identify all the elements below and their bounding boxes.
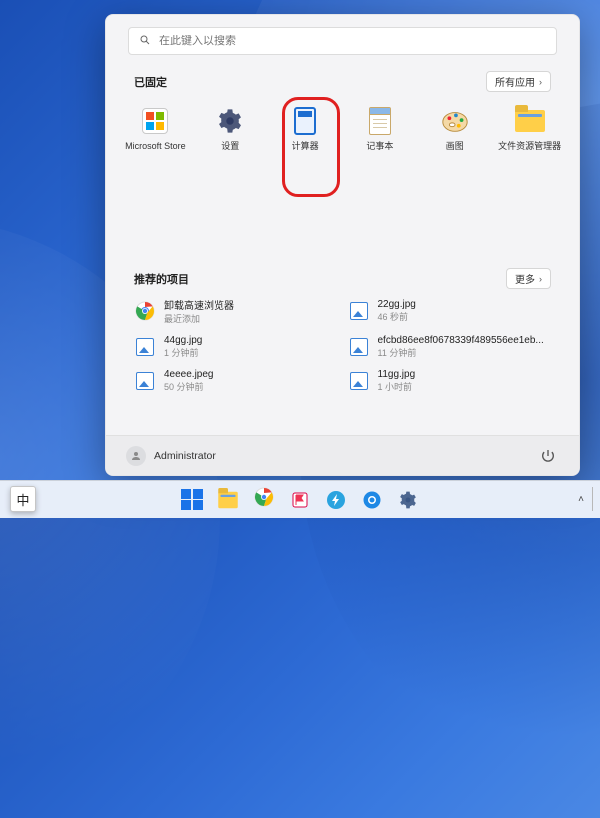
taskbar-chrome[interactable] xyxy=(251,487,277,513)
taskbar-file-explorer[interactable] xyxy=(215,487,241,513)
windows-logo-icon xyxy=(181,489,203,511)
pinned-app-label: 记事本 xyxy=(366,142,393,152)
taskbar-app-3[interactable] xyxy=(359,487,385,513)
chevron-right-icon: › xyxy=(539,274,542,284)
tray-overflow-button[interactable]: ˄ xyxy=(574,490,588,509)
taskbar-app-1[interactable] xyxy=(287,487,313,513)
taskbar-app-2[interactable] xyxy=(323,487,349,513)
taskbar: ˄ xyxy=(0,480,600,518)
browser-icon xyxy=(134,300,156,322)
flag-icon xyxy=(290,490,310,510)
recommended-item-title: 卸载高速浏览器 xyxy=(164,297,234,312)
avatar-icon xyxy=(126,446,146,466)
start-button[interactable] xyxy=(179,487,205,513)
all-apps-label: 所有应用 xyxy=(495,74,535,89)
system-tray: ˄ xyxy=(572,480,598,518)
recommended-item[interactable]: 4eeee.jpeg50 分钟前 xyxy=(134,367,338,395)
pinned-app-paint[interactable]: 画图 xyxy=(417,102,492,174)
recommended-item[interactable]: efcbd86ee8f0678339f489556ee1eb...11 分钟前 xyxy=(348,333,552,361)
chevron-right-icon: › xyxy=(539,77,542,87)
start-menu: 已固定 所有应用 › Microsoft Store 设置 计算器 记事本 xyxy=(105,14,580,476)
more-button[interactable]: 更多 › xyxy=(506,268,551,289)
notepad-icon xyxy=(365,106,395,136)
more-label: 更多 xyxy=(515,271,535,286)
recommended-item[interactable]: 11gg.jpg1 小时前 xyxy=(348,367,552,395)
pinned-app-notepad[interactable]: 记事本 xyxy=(343,102,418,174)
pinned-title: 已固定 xyxy=(134,74,167,90)
pinned-app-file-explorer[interactable]: 文件资源管理器 xyxy=(492,102,567,174)
gear-icon xyxy=(215,106,245,136)
pinned-app-settings[interactable]: 设置 xyxy=(193,102,268,174)
image-file-icon xyxy=(348,370,370,392)
pinned-grid: Microsoft Store 设置 计算器 记事本 画图 文件资源管理器 xyxy=(114,102,571,174)
ime-indicator[interactable]: 中 xyxy=(10,486,36,512)
recommended-item-title: 22gg.jpg xyxy=(378,299,416,310)
folder-icon xyxy=(515,106,545,136)
pinned-app-label: 计算器 xyxy=(292,142,319,152)
recommended-item-sub: 1 小时前 xyxy=(378,380,416,393)
recommended-item-title: efcbd86ee8f0678339f489556ee1eb... xyxy=(378,335,544,346)
all-apps-button[interactable]: 所有应用 › xyxy=(486,71,551,92)
browser-icon xyxy=(362,490,382,510)
recommended-item-title: 44gg.jpg xyxy=(164,335,202,346)
search-input[interactable] xyxy=(159,35,546,47)
recommended-item-sub: 11 分钟前 xyxy=(378,346,544,359)
recommended-item-sub: 50 分钟前 xyxy=(164,380,214,393)
search-box[interactable] xyxy=(128,27,557,55)
image-file-icon xyxy=(134,370,156,392)
recommended-section: 推荐的项目 更多 › 卸载高速浏览器最近添加 22gg.jpg46 秒前 44g… xyxy=(118,268,567,395)
pinned-app-label: Microsoft Store xyxy=(125,142,186,152)
recommended-item[interactable]: 卸载高速浏览器最近添加 xyxy=(134,295,338,327)
thunder-icon xyxy=(326,490,346,510)
recommended-item[interactable]: 44gg.jpg1 分钟前 xyxy=(134,333,338,361)
start-menu-footer: Administrator xyxy=(106,435,579,475)
recommended-item-sub: 1 分钟前 xyxy=(164,346,202,359)
microsoft-store-icon xyxy=(140,106,170,136)
pinned-app-label: 文件资源管理器 xyxy=(498,142,561,152)
power-button[interactable] xyxy=(537,445,559,467)
user-name: Administrator xyxy=(154,450,216,462)
gear-icon xyxy=(398,490,418,510)
user-account-button[interactable]: Administrator xyxy=(126,446,216,466)
image-file-icon xyxy=(348,336,370,358)
chrome-icon xyxy=(254,487,274,512)
recommended-title: 推荐的项目 xyxy=(134,271,189,287)
taskbar-center xyxy=(179,487,421,513)
show-desktop-strip[interactable] xyxy=(592,487,596,511)
recommended-item-title: 4eeee.jpeg xyxy=(164,369,214,380)
pinned-app-label: 画图 xyxy=(446,142,464,152)
calculator-icon xyxy=(290,106,320,136)
paint-icon xyxy=(440,106,470,136)
recommended-item-sub: 46 秒前 xyxy=(378,310,416,323)
pinned-app-calculator[interactable]: 计算器 xyxy=(268,102,343,174)
pinned-app-microsoft-store[interactable]: Microsoft Store xyxy=(118,102,193,174)
search-icon xyxy=(139,34,151,49)
folder-icon xyxy=(218,491,238,508)
recommended-item[interactable]: 22gg.jpg46 秒前 xyxy=(348,295,552,327)
pinned-app-label: 设置 xyxy=(221,142,239,152)
ime-label: 中 xyxy=(16,490,29,509)
recommended-item-title: 11gg.jpg xyxy=(378,369,416,380)
image-file-icon xyxy=(348,300,370,322)
taskbar-settings[interactable] xyxy=(395,487,421,513)
image-file-icon xyxy=(134,336,156,358)
recommended-item-sub: 最近添加 xyxy=(164,312,234,325)
